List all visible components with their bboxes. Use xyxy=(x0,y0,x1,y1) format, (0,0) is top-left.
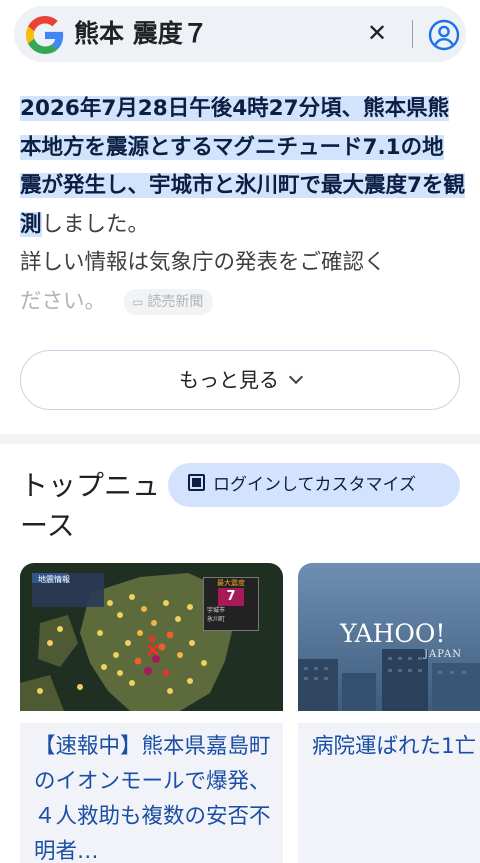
news-card-title[interactable]: 病院運ばれた1亡 熊本で震度7 xyxy=(298,723,480,863)
top-news-heading: トップニュース xyxy=(20,469,161,542)
yahoo-logo-sub: JAPAN xyxy=(424,649,463,660)
yahoo-logo: YAHOO! xyxy=(340,619,446,648)
login-customize-button[interactable]: ログインしてカスタマイズ xyxy=(168,463,460,507)
snippet-text: しました。 xyxy=(41,211,150,237)
news-source-icon: ▭ xyxy=(132,294,144,309)
intensity-city-2: 氷川町 xyxy=(207,616,226,623)
source-name: 読売新聞 xyxy=(147,293,204,310)
max-intensity-box: 最大震度 7 宇城市 氷川町 xyxy=(203,577,259,631)
search-query[interactable]: 熊本 震度７ xyxy=(74,19,208,49)
news-card[interactable]: YAHOO! JAPAN 病院運ばれた1亡 熊本で震度7 xyxy=(298,563,480,863)
chevron-down-icon xyxy=(288,369,304,385)
intensity-city-1: 宇城市 xyxy=(207,607,226,614)
login-customize-label: ログインしてカスタマイズ xyxy=(213,475,416,495)
featured-snippet: 2026年7月28日午後4時27分頃、熊本県熊本地方を震源とするマグニチュード7… xyxy=(20,90,465,321)
google-logo-icon xyxy=(26,16,64,54)
customize-icon xyxy=(188,474,205,491)
max-intensity-value: 7 xyxy=(218,588,244,606)
section-divider xyxy=(0,434,480,444)
snippet-text-2: 詳しい情報は気象庁の発表をご確認く xyxy=(20,250,386,275)
max-intensity-title: 最大震度 xyxy=(217,579,245,587)
show-more-label: もっと見る xyxy=(179,368,279,392)
snippet-faded-text: ださい。 xyxy=(20,288,107,314)
search-bar[interactable]: 熊本 震度７ ✕ xyxy=(14,6,466,62)
source-chip[interactable]: ▭ 読売新聞 xyxy=(124,288,214,315)
map-label: 地震情報 xyxy=(38,575,70,584)
account-circle-icon[interactable] xyxy=(428,19,460,51)
news-card-title[interactable]: 【速報中】熊本県嘉島町のイオンモールで爆発、４人救助も複数の安否不明者… xyxy=(20,723,283,863)
search-divider xyxy=(412,20,413,48)
news-card[interactable]: 地震情報 最大震度 7 宇城市 氷川町 【速報中】熊本県嘉島町のイオンモールで爆… xyxy=(20,563,283,863)
close-icon[interactable]: ✕ xyxy=(362,18,392,48)
show-more-button[interactable]: もっと見る xyxy=(20,350,460,410)
